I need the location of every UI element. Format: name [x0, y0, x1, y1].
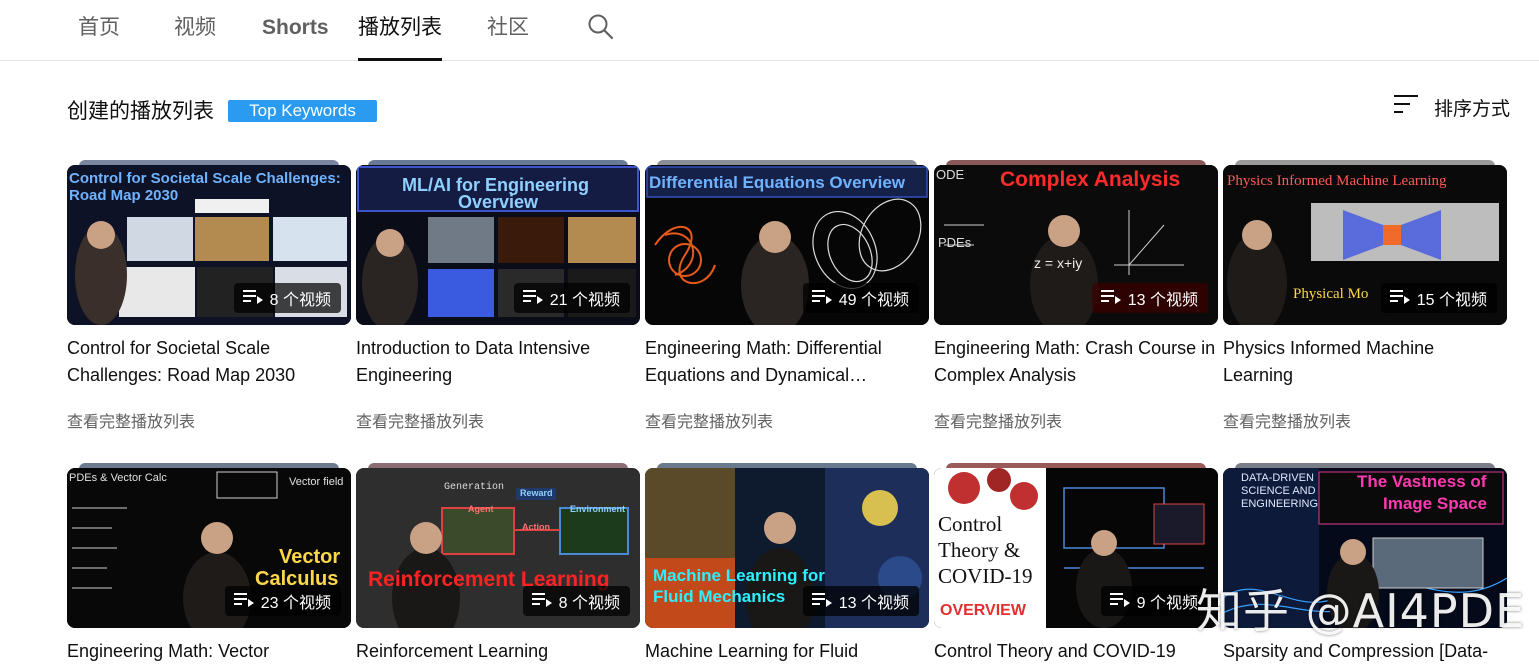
watermark: 知乎 @AI4PDE: [1196, 584, 1526, 638]
thumbnail-title: Vector: [279, 546, 341, 568]
thumbnail-note: ODE: [936, 167, 965, 182]
channel-tabs: 首页 视频 Shorts 播放列表 社区: [0, 0, 1539, 61]
thumbnail-subtitle: Road Map 2030: [69, 187, 179, 204]
search-icon[interactable]: [586, 12, 616, 42]
thumbnail-note: ENGINEERING: [1241, 498, 1319, 510]
video-count: 15 个视频: [1416, 292, 1487, 309]
playlist-icon: [1100, 288, 1122, 309]
playlist-thumbnail[interactable]: Differential Equations Overview 49 个视频: [645, 165, 929, 325]
keyword-badge: Top Keywords: [228, 100, 377, 122]
sort-button[interactable]: 排序方式: [1392, 92, 1510, 122]
playlist-icon: [242, 288, 264, 309]
sort-label: 排序方式: [1434, 98, 1511, 120]
playlist-thumbnail[interactable]: ML/AI for Engineering Overview 21 个视频: [356, 165, 640, 325]
tab-videos[interactable]: 视频: [174, 0, 216, 61]
sort-icon: [1392, 92, 1420, 123]
tab-playlists[interactable]: 播放列表: [358, 0, 442, 61]
video-count-badge: 13 个视频: [1091, 283, 1208, 313]
video-count: 23 个视频: [260, 595, 331, 612]
video-count-badge: 23 个视频: [224, 586, 341, 616]
thumbnail-subtitle: Physical Mo: [1293, 286, 1369, 302]
playlist-icon: [811, 591, 833, 612]
view-full-playlist-link[interactable]: 查看完整播放列表: [1223, 408, 1351, 432]
thumbnail-note: DATA-DRIVEN: [1241, 472, 1314, 484]
playlist-title[interactable]: Control for Societal Scale Challenges: R…: [67, 335, 351, 389]
playlist-icon: [522, 288, 544, 309]
tab-community[interactable]: 社区: [487, 0, 529, 61]
thumbnail-note: PDEs: [938, 235, 972, 250]
playlist-title[interactable]: Engineering Math: Vector: [67, 638, 351, 665]
thumbnail-title: Physics Informed Machine Learning: [1227, 173, 1447, 189]
playlist-thumbnail[interactable]: PDEs & Vector Calc Vector field Vector C…: [67, 468, 351, 628]
view-full-playlist-link[interactable]: 查看完整播放列表: [645, 408, 773, 432]
playlist-title[interactable]: Sparsity and Compression [Data-: [1223, 638, 1507, 665]
playlist-title[interactable]: Control Theory and COVID-19: [934, 638, 1218, 665]
thumbnail-note: Reward: [520, 488, 553, 498]
playlist-thumbnail[interactable]: Physics Informed Machine Learning Physic…: [1223, 165, 1507, 325]
thumbnail-title: Control: [938, 512, 1003, 537]
thumbnail-note: PDEs & Vector Calc: [69, 472, 167, 484]
view-full-playlist-link[interactable]: 查看完整播放列表: [356, 408, 484, 432]
section-title: 创建的播放列表: [67, 100, 214, 123]
thumbnail-subtitle: Overview: [458, 192, 539, 212]
tab-shorts[interactable]: Shorts: [262, 0, 329, 61]
thumbnail-subtitle-2: COVID-19: [938, 564, 1033, 589]
video-count: 13 个视频: [838, 595, 909, 612]
playlist-icon: [233, 591, 255, 612]
video-count-badge: 21 个视频: [513, 283, 630, 313]
video-count: 9 个视频: [1136, 595, 1198, 612]
thumbnail-note: Agent: [468, 504, 494, 514]
playlist-title[interactable]: Engineering Math: Differential Equations…: [645, 335, 929, 389]
view-full-playlist-link[interactable]: 查看完整播放列表: [67, 408, 195, 432]
playlist-title[interactable]: Introduction to Data Intensive Engineeri…: [356, 335, 640, 389]
playlist-title[interactable]: Reinforcement Learning: [356, 638, 640, 665]
thumbnail-subtitle: Theory &: [938, 538, 1021, 563]
thumbnail-note: Environment: [570, 504, 626, 514]
thumbnail-note: z = x+iy: [1034, 255, 1083, 271]
playlist-icon: [531, 591, 553, 612]
thumbnail-note: SCIENCE AND: [1241, 485, 1316, 497]
video-count: 8 个视频: [269, 292, 331, 309]
thumbnail-note: OVERVIEW: [940, 602, 1026, 619]
thumbnail-subtitle: Image Space: [1383, 494, 1487, 513]
playlist-thumbnail[interactable]: Complex Analysis ODE PDEs z = x+iy 13 个视…: [934, 165, 1218, 325]
view-full-playlist-link[interactable]: 查看完整播放列表: [934, 408, 1062, 432]
playlist-icon: [811, 288, 833, 309]
thumbnail-title: Control for Societal Scale Challenges:: [69, 170, 341, 187]
playlist-thumbnail[interactable]: Control Theory & COVID-19 OVERVIEW 9 个视频: [934, 468, 1218, 628]
video-count-badge: 8 个视频: [522, 586, 630, 616]
video-count: 49 个视频: [838, 292, 909, 309]
video-count-badge: 9 个视频: [1100, 586, 1208, 616]
playlist-title[interactable]: Machine Learning for Fluid: [645, 638, 929, 665]
playlist-icon: [1389, 288, 1411, 309]
thumbnail-title: Complex Analysis: [1000, 168, 1181, 191]
thumbnail-note: Action: [522, 522, 550, 532]
video-count-badge: 49 个视频: [802, 283, 919, 313]
playlist-thumbnail[interactable]: Agent Action Environment Reward Generati…: [356, 468, 640, 628]
thumbnail-note: Generation: [444, 482, 505, 493]
video-count: 8 个视频: [558, 595, 620, 612]
playlist-thumbnail[interactable]: Control for Societal Scale Challenges: R…: [67, 165, 351, 325]
video-count-badge: 8 个视频: [233, 283, 341, 313]
playlist-title[interactable]: Physics Informed Machine Learning: [1223, 335, 1507, 389]
video-count: 13 个视频: [1127, 292, 1198, 309]
thumbnail-subtitle: Fluid Mechanics: [653, 587, 786, 606]
playlist-thumbnail[interactable]: Machine Learning for Fluid Mechanics 13 …: [645, 468, 929, 628]
playlist-icon: [1109, 591, 1131, 612]
playlist-title[interactable]: Engineering Math: Crash Course in Comple…: [934, 335, 1218, 389]
thumbnail-note: Vector field: [289, 476, 344, 488]
video-count-badge: 15 个视频: [1380, 283, 1497, 313]
thumbnail-title: Differential Equations Overview: [649, 173, 906, 192]
thumbnail-title: The Vastness of: [1357, 472, 1487, 491]
video-count-badge: 13 个视频: [802, 586, 919, 616]
thumbnail-title: Machine Learning for: [653, 566, 825, 585]
tab-home[interactable]: 首页: [78, 0, 120, 61]
video-count: 21 个视频: [549, 292, 620, 309]
